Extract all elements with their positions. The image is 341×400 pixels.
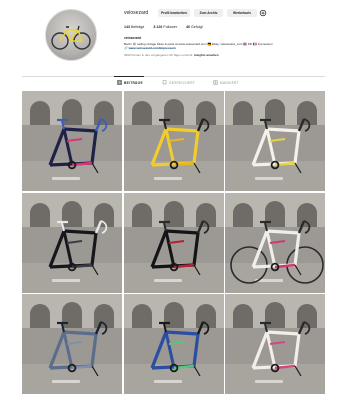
- post-thumbnail[interactable]: [22, 192, 122, 293]
- ad-tools-button[interactable]: Werbetools: [227, 9, 257, 17]
- grid-icon: [117, 80, 122, 85]
- bookmark-icon: [162, 80, 167, 85]
- instagram-profile-page: velosezard Profil bearbeiten Zum Archiv …: [0, 0, 341, 400]
- insights-link[interactable]: Insights ansehen: [194, 53, 219, 57]
- bicycle-frame-photo: [123, 192, 224, 293]
- tab-tagged[interactable]: MARKIERT: [213, 80, 239, 85]
- bicycle-avatar-icon: [51, 25, 91, 50]
- avatar[interactable]: [45, 9, 97, 61]
- post-thumbnail[interactable]: [123, 192, 224, 293]
- bicycle-frame-photo: [123, 294, 224, 394]
- followers-stat[interactable]: 3.126 Follower: [153, 25, 177, 29]
- post-thumbnail[interactable]: [22, 91, 122, 191]
- tabs-divider: [22, 76, 325, 77]
- post-thumbnail[interactable]: [123, 91, 224, 191]
- tab-saved-label: GESPEICHERT: [169, 80, 196, 85]
- bicycle-frame-photo: [225, 294, 325, 394]
- tab-saved[interactable]: GESPEICHERT: [162, 80, 195, 85]
- link-icon: 🔗: [124, 46, 128, 50]
- settings-gear-icon[interactable]: [259, 9, 267, 17]
- edit-profile-button[interactable]: Profil bearbeiten: [158, 9, 190, 17]
- bicycle-frame-photo: [22, 192, 122, 293]
- tab-tagged-label: MARKIERT: [220, 80, 239, 85]
- tab-posts-label: BEITRÄGE: [124, 80, 143, 85]
- bicycle-frame-photo: [22, 91, 122, 191]
- insights-text: 3600 Konten in den vergangenen 30 Tagen …: [124, 53, 194, 57]
- tab-posts[interactable]: BEITRÄGE: [117, 80, 143, 85]
- post-thumbnail[interactable]: [22, 294, 122, 394]
- post-thumbnail[interactable]: [123, 294, 224, 394]
- following-stat[interactable]: 46 Gefolgt: [186, 25, 203, 29]
- insights-summary: 3600 Konten in den vergangenen 30 Tagen …: [124, 53, 219, 57]
- bicycle-frame-photo: [225, 91, 325, 191]
- bio-link[interactable]: www.velosezard.com/impressum: [129, 46, 176, 50]
- bicycle-frame-photo: [22, 294, 122, 394]
- posts-stat: 143 Beiträge: [124, 25, 145, 29]
- post-thumbnail[interactable]: [225, 192, 325, 293]
- bicycle-frame-photo: [123, 91, 224, 191]
- posts-grid: [22, 91, 325, 394]
- archive-button[interactable]: Zum Archiv: [194, 9, 223, 17]
- profile-stats: 143 Beiträge 3.126 Follower 46 Gefolgt: [124, 25, 211, 29]
- profile-bio: Berlin ⚙️ selling vintage bikes & parts …: [124, 42, 273, 50]
- post-thumbnail[interactable]: [225, 294, 325, 394]
- bicycle-frame-photo: [225, 192, 325, 293]
- profile-full-name: velosezard: [124, 36, 142, 40]
- active-tab-indicator: [114, 76, 144, 77]
- profile-username: velosezard: [124, 10, 149, 16]
- post-thumbnail[interactable]: [225, 91, 325, 191]
- tag-icon: [213, 80, 218, 85]
